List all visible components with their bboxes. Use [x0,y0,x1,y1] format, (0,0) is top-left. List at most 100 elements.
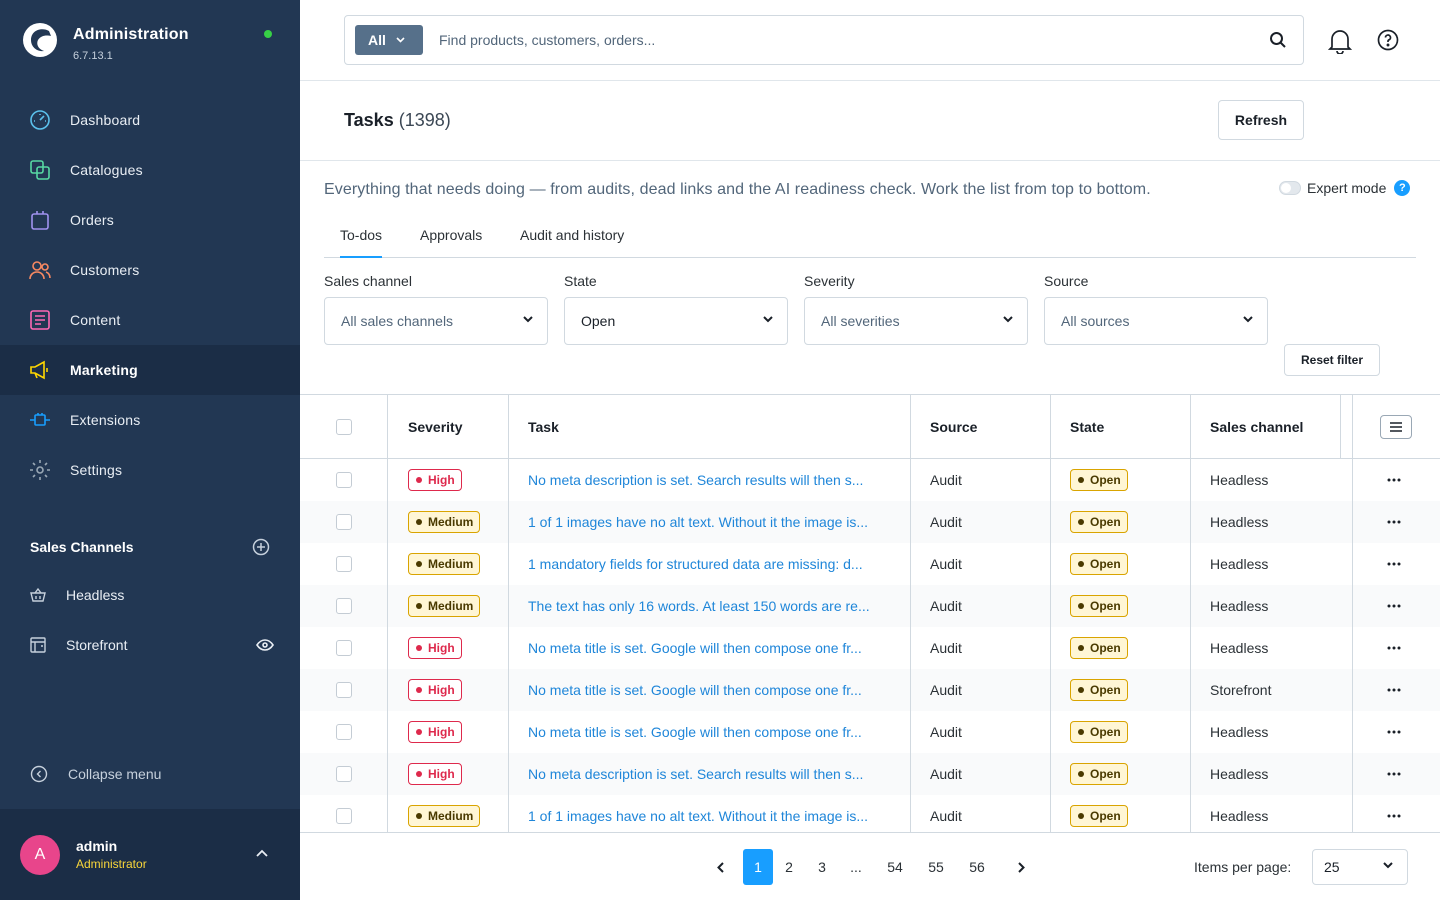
severity-badge: Medium [408,595,481,617]
sales-channel-cell: Headless [1210,724,1269,740]
reset-filter-button[interactable]: Reset filter [1284,344,1380,376]
tab-audit-history[interactable]: Audit and history [520,227,624,258]
state-text: Open [1090,599,1121,613]
user-menu[interactable]: A admin Administrator [0,809,300,900]
tab-to-dos[interactable]: To-dos [340,227,383,258]
expert-mode-toggle[interactable]: Expert mode ? [1279,180,1411,196]
state-select[interactable]: Open [564,297,788,345]
task-link[interactable]: 1 mandatory fields for structured data a… [528,556,890,572]
row-actions-button[interactable] [1387,753,1401,795]
table-row[interactable]: Medium The text has only 16 words. At lea… [300,585,1440,627]
search-icon[interactable] [1269,31,1287,49]
row-checkbox[interactable] [336,808,352,824]
eye-icon[interactable] [256,639,274,651]
badge-dot [1078,729,1084,735]
table-row[interactable]: Medium 1 mandatory fields for structured … [300,543,1440,585]
severity-badge: High [408,637,462,659]
state-text: Open [1090,557,1121,571]
search-type-select[interactable]: All [355,25,423,55]
nav-item-catalogues[interactable]: Catalogues [0,145,300,195]
row-actions-button[interactable] [1387,627,1401,669]
menu-icon [1390,422,1402,432]
nav-item-orders[interactable]: Orders [0,195,300,245]
row-checkbox[interactable] [336,472,352,488]
task-link[interactable]: 1 of 1 images have no alt text. Without … [528,514,890,530]
table-row[interactable]: High No meta description is set. Search r… [300,459,1440,501]
nav-item-marketing[interactable]: Marketing [0,345,300,395]
page-button-1[interactable]: 1 [743,849,773,885]
source-cell: Audit [930,556,962,572]
select-all-checkbox[interactable] [336,418,352,435]
table-row[interactable]: High No meta title is set. Google will th… [300,669,1440,711]
state-cell: Open [1070,711,1128,753]
search-input[interactable] [439,32,1239,48]
page-button-54[interactable]: 54 [883,849,907,885]
source-cell: Audit [930,808,962,824]
row-checkbox-cell [336,501,352,543]
add-sales-channel-icon[interactable] [252,538,270,556]
task-link[interactable]: No meta description is set. Search resul… [528,766,890,782]
sales-channel-item-headless[interactable]: Headless [29,580,274,610]
nav-item-content[interactable]: Content [0,295,300,345]
row-actions-button[interactable] [1387,501,1401,543]
task-link[interactable]: The text has only 16 words. At least 150… [528,598,890,614]
nav-item-settings[interactable]: Settings [0,445,300,495]
row-actions-button[interactable] [1387,543,1401,585]
column-header-state[interactable]: State [1050,395,1104,458]
page-button-3[interactable]: 3 [810,849,834,885]
select-value: All severities [821,313,900,329]
row-actions-button[interactable] [1387,669,1401,711]
items-per-page-value: 25 [1324,859,1340,875]
row-actions-button[interactable] [1387,585,1401,627]
page-button-2[interactable]: 2 [777,849,801,885]
previous-page-button[interactable] [708,849,732,885]
page-button-55[interactable]: 55 [924,849,948,885]
row-actions-button[interactable] [1387,459,1401,501]
refresh-button[interactable]: Refresh [1218,100,1304,140]
task-link[interactable]: No meta description is set. Search resul… [528,472,890,488]
bell-icon[interactable] [1328,28,1352,54]
sales-channel-select[interactable]: All sales channels [324,297,548,345]
severity-select[interactable]: All severities [804,297,1028,345]
table-row[interactable]: High No meta description is set. Search r… [300,753,1440,795]
column-header-sales-channel[interactable]: Sales channel [1190,395,1303,458]
sales-channel-item-storefront[interactable]: Storefront [29,630,274,660]
table-row[interactable]: High No meta title is set. Google will th… [300,627,1440,669]
help-tooltip-icon[interactable]: ? [1394,180,1411,196]
tab-approvals[interactable]: Approvals [420,227,482,258]
task-link[interactable]: 1 of 1 images have no alt text. Without … [528,808,890,824]
items-per-page-select[interactable]: 25 [1312,849,1408,885]
page-button-56[interactable]: 56 [965,849,989,885]
column-header-severity[interactable]: Severity [388,395,462,458]
row-actions-button[interactable] [1387,711,1401,753]
chevron-up-icon[interactable] [256,849,268,857]
row-actions-button[interactable] [1387,795,1401,837]
severity-cell: High [408,669,462,711]
row-checkbox[interactable] [336,598,352,614]
brand[interactable]: Administration 6.7.13.1 [22,22,189,62]
help-icon[interactable] [1377,29,1399,51]
table-row[interactable]: High No meta title is set. Google will th… [300,711,1440,753]
toggle-switch[interactable] [1279,181,1301,195]
table-row[interactable]: Medium 1 of 1 images have no alt text. Wi… [300,501,1440,543]
filter-label: Source [1044,273,1089,289]
row-checkbox[interactable] [336,766,352,782]
row-checkbox[interactable] [336,514,352,530]
nav-item-extensions[interactable]: Extensions [0,395,300,445]
task-link[interactable]: No meta title is set. Google will then c… [528,640,890,656]
column-settings-button[interactable] [1380,415,1412,439]
column-header-source[interactable]: Source [910,395,977,458]
source-select[interactable]: All sources [1044,297,1268,345]
row-checkbox[interactable] [336,682,352,698]
collapse-menu-button[interactable]: Collapse menu [30,765,161,783]
task-link[interactable]: No meta title is set. Google will then c… [528,724,890,740]
nav-item-dashboard[interactable]: Dashboard [0,95,300,145]
row-checkbox[interactable] [336,556,352,572]
row-checkbox[interactable] [336,640,352,656]
next-page-button[interactable] [1009,849,1033,885]
nav-item-customers[interactable]: Customers [0,245,300,295]
task-link[interactable]: No meta title is set. Google will then c… [528,682,890,698]
column-header-task[interactable]: Task [508,395,559,458]
row-checkbox[interactable] [336,724,352,740]
table-row[interactable]: Medium 1 of 1 images have no alt text. Wi… [300,795,1440,837]
